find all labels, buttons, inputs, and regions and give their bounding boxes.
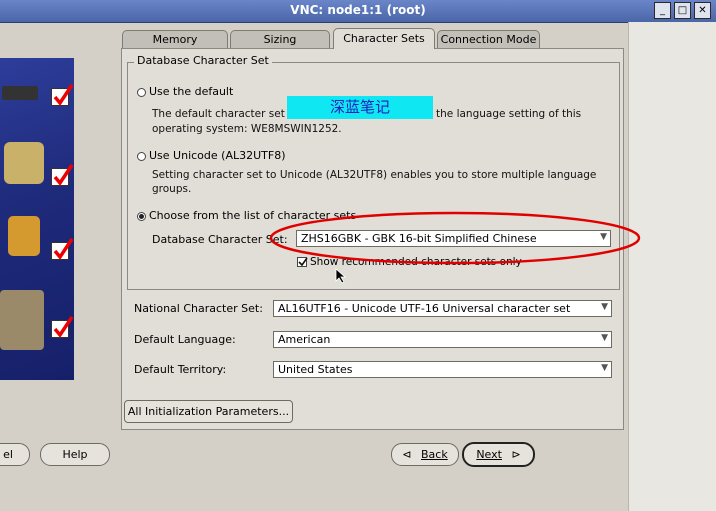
chevron-down-icon: ▼	[601, 333, 608, 343]
tab-character-sets[interactable]: Character Sets	[333, 28, 435, 49]
next-button[interactable]: Next ⊳	[462, 442, 535, 467]
desc-default-line1b: the language setting of this	[436, 108, 582, 120]
desc-unicode-line2: groups.	[152, 183, 192, 195]
radio-use-unicode[interactable]	[137, 152, 146, 161]
next-label: Next	[476, 448, 502, 461]
checkmark-icon	[51, 316, 74, 338]
maximize-button[interactable]: □	[674, 2, 691, 19]
default-territory-value: United States	[278, 363, 353, 376]
radio-choose-from-list[interactable]	[137, 212, 146, 221]
radio-use-default[interactable]	[137, 88, 146, 97]
tab-sizing[interactable]: Sizing	[230, 30, 330, 48]
db-charset-group-title: Database Character Set	[134, 54, 272, 67]
checkmark-icon	[51, 84, 74, 106]
default-language-value: American	[278, 333, 331, 346]
calculator-graphic	[8, 216, 40, 256]
desc-default-line1: The default character set	[152, 108, 285, 120]
default-territory-select[interactable]: United States ▼	[273, 361, 612, 378]
all-init-params-button[interactable]: All Initialization Parameters...	[124, 400, 293, 423]
back-label: Back	[421, 448, 448, 461]
watermark-banner: 深蓝笔记	[287, 96, 433, 119]
label-use-unicode: Use Unicode (AL32UTF8)	[149, 149, 286, 162]
national-charset-value: AL16UTF16 - Unicode UTF-16 Universal cha…	[278, 302, 571, 315]
desc-default-line2: operating system: WE8MSWIN1252.	[152, 123, 342, 135]
label-use-default: Use the default	[149, 85, 234, 98]
default-language-select[interactable]: American ▼	[273, 331, 612, 348]
minimize-button[interactable]: _	[654, 2, 671, 19]
chip-graphic	[2, 86, 38, 100]
checkmark-icon	[51, 238, 74, 260]
folder-graphic	[4, 142, 44, 184]
window-title: VNC: node1:1 (root)	[290, 3, 426, 17]
label-default-territory: Default Territory:	[134, 363, 227, 376]
next-arrow-icon: ⊳	[511, 448, 521, 461]
label-default-language: Default Language:	[134, 333, 236, 346]
tab-connection-mode[interactable]: Connection Mode	[437, 30, 540, 48]
help-button[interactable]: Help	[40, 443, 110, 466]
close-button[interactable]: ✕	[694, 2, 711, 19]
documents-graphic	[0, 290, 44, 350]
chevron-down-icon: ▼	[601, 363, 608, 373]
back-button[interactable]: ⊲ Back	[391, 443, 459, 466]
tab-memory[interactable]: Memory	[122, 30, 228, 48]
national-charset-select[interactable]: AL16UTF16 - Unicode UTF-16 Universal cha…	[273, 300, 612, 317]
checkmark-icon	[51, 164, 74, 186]
highlight-ellipse	[269, 211, 641, 265]
wizard-side-image	[0, 58, 74, 380]
window-title-bar[interactable]: VNC: node1:1 (root) _ □ ✕	[0, 0, 716, 23]
window-right-border	[628, 22, 716, 511]
cancel-button[interactable]: el	[0, 443, 30, 466]
chevron-down-icon: ▼	[601, 302, 608, 312]
watermark-text: 深蓝笔记	[329, 98, 390, 116]
label-national-charset: National Character Set:	[134, 302, 263, 315]
mouse-cursor-icon	[335, 268, 347, 284]
back-arrow-icon: ⊲	[402, 448, 412, 461]
desc-unicode-line1: Setting character set to Unicode (AL32UT…	[152, 169, 597, 181]
